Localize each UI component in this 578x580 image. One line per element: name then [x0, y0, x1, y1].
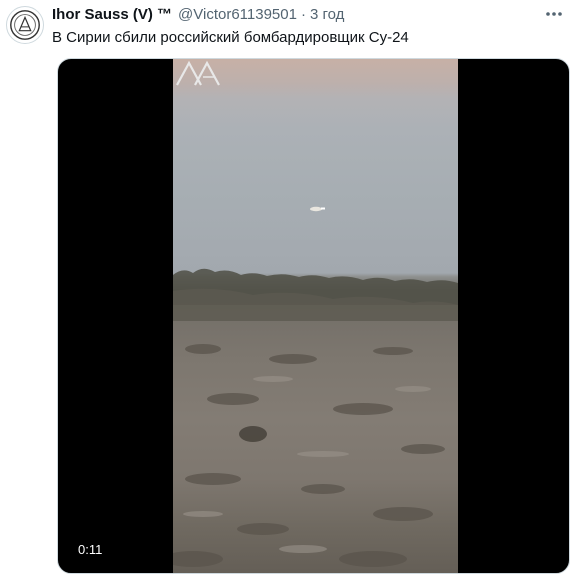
tweet-header: Ihor Sauss (V) ™ @Victor61139501 · 3 год — [52, 4, 344, 24]
more-horizontal-icon — [546, 12, 562, 16]
separator-dot: · — [300, 5, 306, 23]
display-name[interactable]: Ihor Sauss (V) ™ — [52, 6, 172, 23]
more-options-button[interactable] — [542, 4, 566, 24]
avatar-emblem-icon — [10, 10, 40, 40]
tweet[interactable]: Ihor Sauss (V) ™ @Victor61139501 · 3 год… — [0, 0, 578, 580]
video-frame[interactable] — [173, 59, 458, 573]
tweet-text: В Сирии сбили российский бомбардировщик … — [52, 29, 409, 46]
video-player[interactable]: 0:11 — [57, 58, 570, 574]
avatar[interactable] — [6, 6, 44, 44]
video-duration: 0:11 — [72, 540, 109, 559]
video-scene-illustration — [173, 206, 458, 567]
timestamp[interactable]: 3 год — [310, 6, 344, 23]
logo-mark-icon — [176, 60, 220, 86]
user-handle[interactable]: @Victor61139501 — [178, 6, 297, 23]
